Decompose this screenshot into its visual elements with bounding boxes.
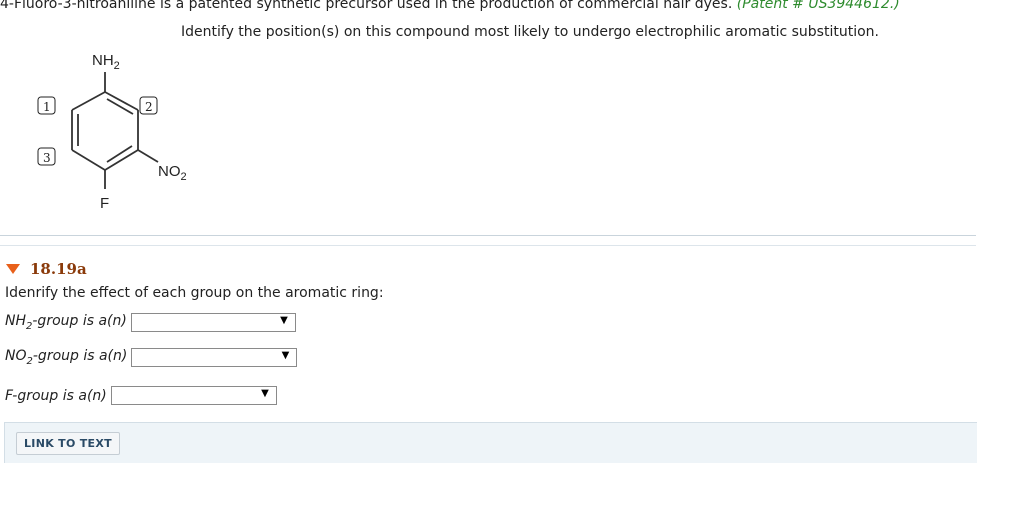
section-number: 18.19a bbox=[30, 260, 87, 278]
svg-text:1: 1 bbox=[43, 100, 51, 114]
position-label-3: 3 bbox=[37, 147, 56, 166]
nh2-label: NH2 bbox=[92, 52, 120, 72]
patent-reference: (Patent # US3944612.) bbox=[736, 0, 900, 12]
link-bar: LINK TO TEXT bbox=[4, 422, 977, 463]
benzene-ring bbox=[71, 72, 159, 189]
position-label-1: 1 bbox=[37, 96, 56, 115]
question-text: Idenrify the effect of each group on the… bbox=[5, 285, 384, 301]
row-label-f: F-group is a(n) bbox=[5, 387, 107, 404]
row-label-nh2: NH2-group is a(n) bbox=[5, 313, 127, 332]
answer-row-f: F-group is a(n) ▼ bbox=[5, 386, 277, 405]
instruction-text: Identify the position(s) on this compoun… bbox=[181, 24, 879, 40]
link-to-text-button[interactable]: LINK TO TEXT bbox=[16, 432, 120, 455]
row-label-no2: NO2-group is a(n) bbox=[5, 348, 128, 367]
molecule-structure: NH2 NO2 F 1 2 3 bbox=[37, 52, 187, 212]
svg-text:2: 2 bbox=[145, 100, 153, 114]
f-effect-dropdown[interactable]: ▼ bbox=[110, 386, 277, 405]
answer-row-no2: NO2-group is a(n) ▼ bbox=[5, 348, 298, 367]
answer-row-nh2: NH2-group is a(n) ▼ bbox=[5, 313, 296, 332]
dropdown-arrow-icon: ▼ bbox=[280, 315, 288, 326]
intro-sentence: 4-Fluoro-3-nitroaniline is a patented sy… bbox=[0, 0, 733, 12]
no2-label: NO2 bbox=[158, 163, 187, 183]
nh2-effect-dropdown[interactable]: ▼ bbox=[130, 313, 296, 332]
position-label-2: 2 bbox=[139, 96, 158, 115]
svg-text:3: 3 bbox=[43, 151, 51, 165]
no2-effect-dropdown[interactable]: ▼ bbox=[131, 348, 298, 367]
section-divider bbox=[0, 235, 976, 236]
collapse-triangle-icon[interactable] bbox=[6, 264, 20, 274]
f-label: F bbox=[100, 195, 109, 212]
section-divider-light bbox=[0, 245, 976, 246]
dropdown-arrow-icon: ▼ bbox=[281, 350, 290, 361]
intro-text: 4-Fluoro-3-nitroaniline is a patented sy… bbox=[0, 0, 900, 12]
dropdown-arrow-icon: ▼ bbox=[261, 388, 269, 399]
section-header[interactable]: 18.19a bbox=[6, 260, 87, 278]
